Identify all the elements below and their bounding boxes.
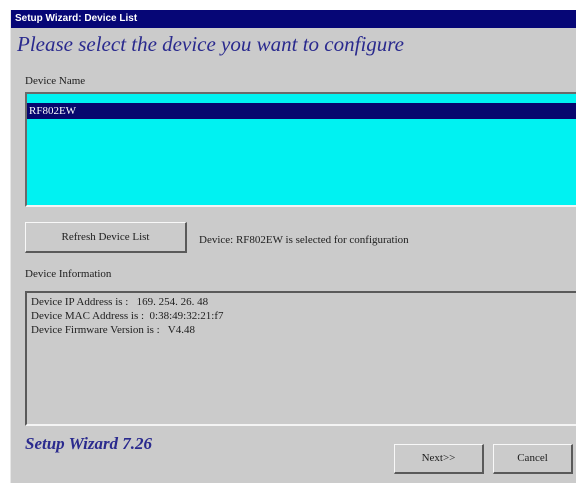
next-button[interactable]: Next>> xyxy=(394,444,484,474)
device-list-item-selected[interactable]: RF802EW xyxy=(27,103,576,119)
device-information-box[interactable]: Device IP Address is : 169. 254. 26. 48 … xyxy=(25,291,576,426)
setup-wizard-window: Setup Wizard: Device List Please select … xyxy=(10,10,576,483)
device-list[interactable]: RF802EW xyxy=(25,92,576,207)
page-heading: Please select the device you want to con… xyxy=(17,32,405,56)
refresh-device-list-button[interactable]: Refresh Device List xyxy=(25,222,187,253)
device-information-label: Device Information xyxy=(25,268,112,280)
title-bar: Setup Wizard: Device List xyxy=(11,10,576,28)
wizard-version-title: Setup Wizard 7.26 xyxy=(25,434,153,453)
device-firmware-version-line: Device Firmware Version is : V4.48 xyxy=(31,324,195,336)
selection-status-text: Device: RF802EW is selected for configur… xyxy=(199,234,409,246)
cancel-button[interactable]: Cancel xyxy=(493,444,573,474)
device-mac-address-line: Device MAC Address is : 0:38:49:32:21:f7 xyxy=(31,310,224,322)
device-ip-address-line: Device IP Address is : 169. 254. 26. 48 xyxy=(31,296,209,308)
device-name-label: Device Name xyxy=(25,75,86,87)
